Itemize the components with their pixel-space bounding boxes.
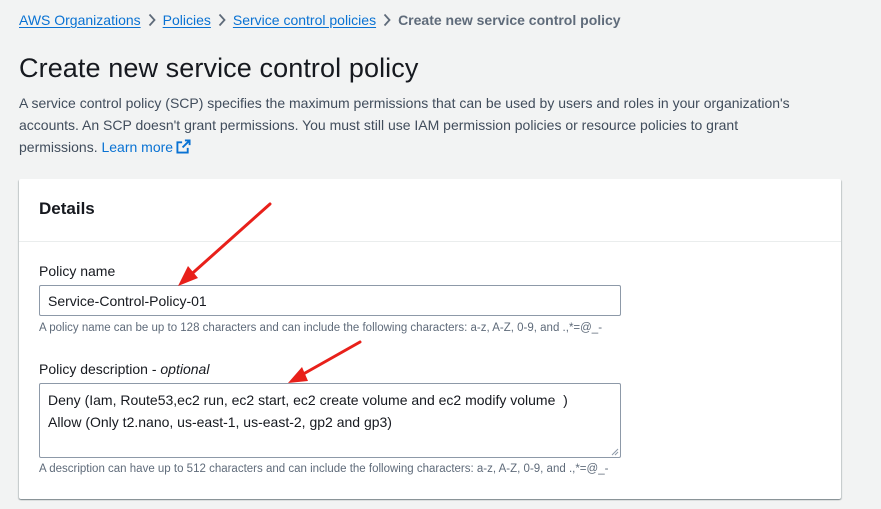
policy-description-textarea[interactable] (39, 383, 621, 458)
details-header: Details (19, 179, 841, 242)
details-title: Details (39, 199, 95, 218)
breadcrumb-current: Create new service control policy (398, 12, 621, 28)
policy-description-hint: A description can have up to 512 charact… (39, 463, 609, 475)
policy-description-label-text: Policy description - (39, 361, 161, 377)
breadcrumb: AWS Organizations Policies Service contr… (19, 12, 621, 28)
details-container: Details Policy name A policy name can be… (19, 179, 841, 499)
chevron-right-icon (376, 12, 398, 28)
policy-description-label: Policy description - optional (39, 361, 209, 377)
page-description: A service control policy (SCP) specifies… (19, 92, 819, 158)
learn-more-link[interactable]: Learn more (101, 139, 191, 155)
external-link-icon (176, 139, 191, 154)
policy-name-hint: A policy name can be up to 128 character… (39, 322, 603, 334)
page: AWS Organizations Policies Service contr… (0, 0, 881, 509)
breadcrumb-aws-organizations[interactable]: AWS Organizations (19, 12, 141, 28)
chevron-right-icon (211, 12, 233, 28)
breadcrumb-service-control-policies[interactable]: Service control policies (233, 12, 376, 28)
optional-tag: optional (160, 361, 210, 377)
policy-description-wrapper (39, 383, 621, 458)
learn-more-label: Learn more (101, 139, 174, 155)
breadcrumb-policies[interactable]: Policies (163, 12, 211, 28)
resize-grip-icon[interactable] (611, 448, 619, 456)
page-title: Create new service control policy (19, 53, 419, 83)
chevron-right-icon (141, 12, 163, 28)
policy-name-label: Policy name (39, 263, 116, 279)
policy-name-input[interactable] (39, 285, 621, 316)
